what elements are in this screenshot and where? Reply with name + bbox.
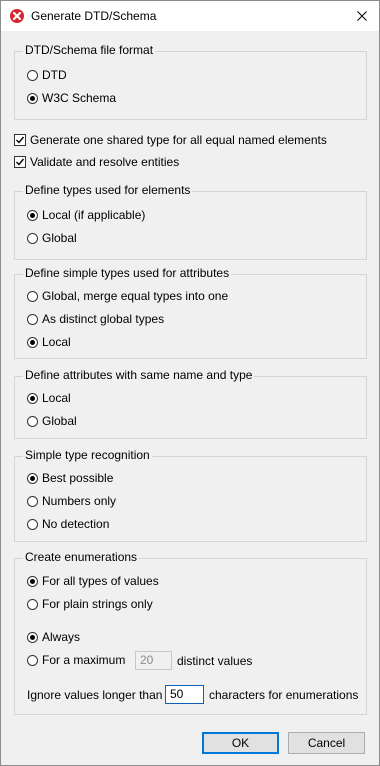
radio-best-possible-label: Best possible	[42, 471, 114, 485]
radio-indicator[interactable]	[27, 392, 38, 404]
radio-enum-maximum-label: For a maximum	[42, 653, 126, 667]
radio-no-detection-label: No detection	[42, 517, 110, 531]
radio-same-name-local-label: Local	[42, 391, 71, 405]
radio-attr-local[interactable]: Local	[27, 334, 71, 350]
ok-button[interactable]: OK	[202, 732, 279, 754]
radio-indicator[interactable]	[27, 313, 38, 325]
checkbox-indicator[interactable]	[14, 156, 26, 168]
radio-element-global-label: Global	[42, 231, 77, 245]
enumerations-legend: Create enumerations	[23, 550, 140, 564]
radio-enum-all-types[interactable]: For all types of values	[27, 573, 159, 589]
checkbox-shared-type[interactable]: Generate one shared type for all equal n…	[14, 132, 327, 148]
attribute-types-group: Define simple types used for attributes …	[14, 266, 367, 359]
radio-enum-all-types-label: For all types of values	[42, 574, 159, 588]
radio-dtd-label: DTD	[42, 68, 67, 82]
radio-same-name-global-label: Global	[42, 414, 77, 428]
radio-enum-maximum[interactable]: For a maximum	[27, 652, 125, 668]
dialog-window: Generate DTD/Schema DTD/Schema file form…	[0, 0, 380, 766]
max-values-input: 20	[135, 651, 172, 670]
radio-attr-global-merge-label: Global, merge equal types into one	[42, 289, 229, 303]
radio-enum-always-label: Always	[42, 630, 81, 644]
radio-element-local-label: Local (if applicable)	[42, 208, 146, 222]
radio-indicator[interactable]	[27, 209, 38, 221]
radio-dtd[interactable]: DTD	[27, 67, 67, 83]
cancel-button[interactable]: Cancel	[288, 732, 365, 754]
radio-w3c-schema-label: W3C Schema	[42, 91, 117, 105]
type-recognition-legend: Simple type recognition	[23, 448, 152, 462]
ignore-length-suffix: characters for enumerations	[209, 688, 359, 702]
close-button[interactable]	[345, 1, 379, 31]
radio-numbers-only[interactable]: Numbers only	[27, 493, 116, 509]
radio-indicator[interactable]	[27, 92, 38, 104]
radio-enum-plain-strings-label: For plain strings only	[42, 597, 153, 611]
same-name-attrs-legend: Define attributes with same name and typ…	[23, 368, 255, 382]
x-logo-icon	[10, 9, 24, 23]
radio-indicator[interactable]	[27, 654, 38, 666]
radio-enum-plain-strings[interactable]: For plain strings only	[27, 596, 153, 612]
window-title: Generate DTD/Schema	[31, 9, 157, 23]
checkbox-shared-type-label: Generate one shared type for all equal n…	[30, 133, 327, 147]
checkbox-validate-entities-label: Validate and resolve entities	[30, 155, 180, 169]
radio-indicator[interactable]	[27, 415, 38, 427]
max-values-suffix: distinct values	[177, 654, 253, 668]
radio-enum-always[interactable]: Always	[27, 629, 80, 645]
radio-indicator[interactable]	[27, 232, 38, 244]
same-name-attrs-group: Define attributes with same name and typ…	[14, 368, 367, 439]
radio-indicator[interactable]	[27, 598, 38, 610]
radio-attr-distinct-global[interactable]: As distinct global types	[27, 311, 164, 327]
radio-indicator[interactable]	[27, 575, 38, 587]
attribute-types-legend: Define simple types used for attributes	[23, 266, 232, 280]
ignore-length-input[interactable]: 50	[165, 685, 204, 704]
radio-same-name-local[interactable]: Local	[27, 390, 71, 406]
checkmark-icon	[16, 158, 25, 166]
file-format-legend: DTD/Schema file format	[23, 43, 156, 57]
radio-indicator[interactable]	[27, 290, 38, 302]
radio-element-global[interactable]: Global	[27, 230, 77, 246]
checkbox-indicator[interactable]	[14, 134, 26, 146]
element-types-legend: Define types used for elements	[23, 183, 193, 197]
close-icon	[357, 11, 367, 21]
type-recognition-group: Simple type recognition Best possible Nu…	[14, 448, 367, 542]
radio-indicator[interactable]	[27, 69, 38, 81]
ignore-length-prefix: Ignore values longer than	[27, 688, 163, 702]
radio-w3c-schema[interactable]: W3C Schema	[27, 90, 116, 106]
file-format-group: DTD/Schema file format DTD W3C Schema	[14, 43, 367, 120]
radio-indicator[interactable]	[27, 631, 38, 643]
radio-indicator[interactable]	[27, 495, 38, 507]
radio-attr-global-merge[interactable]: Global, merge equal types into one	[27, 288, 228, 304]
radio-attr-distinct-global-label: As distinct global types	[42, 312, 165, 326]
radio-best-possible[interactable]: Best possible	[27, 470, 113, 486]
title-bar: Generate DTD/Schema	[1, 1, 379, 31]
element-types-group: Define types used for elements Local (if…	[14, 183, 367, 260]
radio-indicator[interactable]	[27, 336, 38, 348]
radio-indicator[interactable]	[27, 518, 38, 530]
checkbox-validate-entities[interactable]: Validate and resolve entities	[14, 154, 179, 170]
radio-no-detection[interactable]: No detection	[27, 516, 109, 532]
radio-indicator[interactable]	[27, 472, 38, 484]
radio-element-local[interactable]: Local (if applicable)	[27, 207, 145, 223]
radio-attr-local-label: Local	[42, 335, 71, 349]
enumerations-group: Create enumerations For all types of val…	[14, 550, 367, 715]
radio-numbers-only-label: Numbers only	[42, 494, 117, 508]
radio-same-name-global[interactable]: Global	[27, 413, 77, 429]
checkmark-icon	[16, 136, 25, 144]
